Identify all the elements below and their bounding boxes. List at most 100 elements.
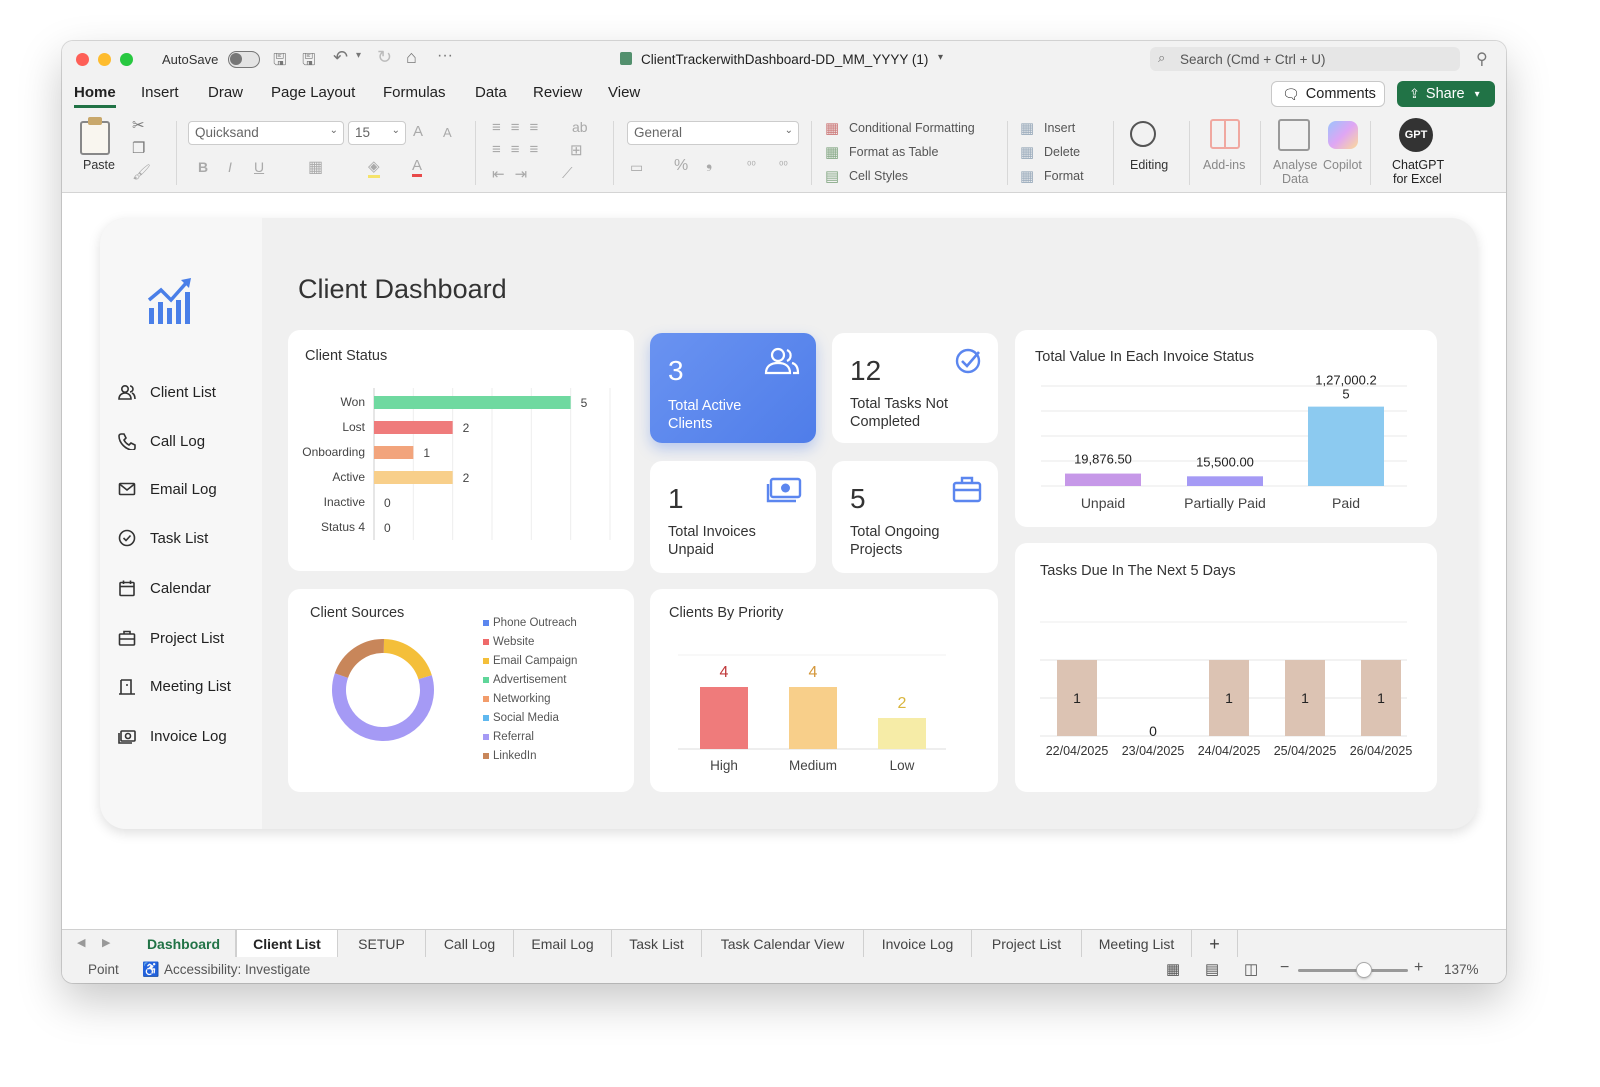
format-cells-button[interactable]: Format (1044, 169, 1084, 183)
redo-icon[interactable]: ↻ (377, 47, 392, 68)
number-format-select[interactable]: General ⌄ (627, 121, 799, 145)
autosave-toggle[interactable] (228, 51, 260, 68)
editing-label[interactable]: Editing (1130, 158, 1168, 172)
sheet-tab-task-list[interactable]: Task List (612, 930, 702, 958)
percent-icon[interactable]: % (674, 157, 688, 175)
addins-icon[interactable] (1210, 119, 1240, 149)
nav-invoice-log[interactable]: Invoice Log (118, 727, 227, 745)
copy-icon[interactable]: ❐ (132, 139, 145, 157)
wrap-text-icon[interactable]: ab (572, 119, 588, 135)
sheet-tab-call-log[interactable]: Call Log (426, 930, 514, 958)
page-break-view-icon[interactable]: ◫ (1244, 960, 1258, 978)
title-chevron-icon[interactable]: ▾ (938, 52, 943, 63)
font-name-select[interactable]: Quicksand ⌄ (188, 121, 344, 145)
nav-calendar[interactable]: Calendar (118, 579, 211, 597)
editing-search-icon[interactable] (1130, 121, 1156, 147)
font-size-select[interactable]: 15 ⌄ (348, 121, 406, 145)
indent-icons[interactable]: ⇤⇥ (492, 165, 537, 183)
document-title[interactable]: ClientTrackerwithDashboard-DD_MM_YYYY (1… (641, 52, 928, 67)
conditional-formatting-button[interactable]: Conditional Formatting (849, 121, 975, 135)
more-icon[interactable]: ··· (437, 47, 453, 65)
zoom-slider-track[interactable] (1298, 969, 1408, 972)
sheet-tab-email-log[interactable]: Email Log (514, 930, 612, 958)
sheet-tab-meeting-list[interactable]: Meeting List (1082, 930, 1192, 958)
nav-client-list[interactable]: Client List (118, 383, 216, 401)
sheet-tab-dashboard[interactable]: Dashboard (132, 930, 236, 958)
client-sources-legend-item: Social Media (483, 712, 559, 724)
account-icon[interactable]: ⚲ (1476, 49, 1488, 69)
cell-styles-button[interactable]: Cell Styles (849, 169, 908, 183)
align-left-icons[interactable]: ≡≡≡ (492, 141, 548, 158)
italic-icon[interactable]: I (228, 159, 232, 175)
undo-dropdown-icon[interactable]: ▾ (356, 50, 361, 61)
format-painter-icon[interactable]: 🖌 (132, 163, 151, 181)
cut-icon[interactable]: ✂ (132, 116, 145, 134)
undo-icon[interactable]: ↶ (333, 47, 348, 68)
zoom-window-button[interactable] (120, 53, 133, 66)
legend-label: Phone Outreach (493, 617, 577, 629)
home-icon[interactable]: ⌂ (406, 47, 417, 68)
decrease-font-icon[interactable]: A (443, 125, 452, 140)
orientation-icon[interactable]: ⟋ (562, 165, 573, 182)
nav-project-list[interactable]: Project List (118, 629, 224, 647)
nav-task-list[interactable]: Task List (118, 529, 208, 547)
zoom-level[interactable]: 137% (1444, 962, 1479, 977)
delete-cells-button[interactable]: Delete (1044, 145, 1080, 159)
sheet-tab-invoice-log[interactable]: Invoice Log (864, 930, 972, 958)
ribbon-tab-review[interactable]: Review (533, 84, 582, 101)
underline-icon[interactable]: U (254, 159, 264, 175)
paste-label[interactable]: Paste (83, 158, 115, 172)
bold-icon[interactable]: B (198, 159, 208, 175)
search-box[interactable]: ⌕ Search (Cmd + Ctrl + U) (1150, 47, 1460, 71)
analyse-data-icon[interactable] (1278, 119, 1310, 151)
scroll-tabs-right-icon[interactable]: ▶ (102, 936, 110, 949)
chatgpt-label[interactable]: ChatGPT (1392, 158, 1444, 172)
copilot-label[interactable]: Copilot (1323, 158, 1362, 172)
analyse-data-label[interactable]: Analyse (1273, 158, 1317, 172)
ribbon-tab-draw[interactable]: Draw (208, 84, 243, 101)
zoom-out-icon[interactable]: − (1280, 959, 1289, 977)
nav-meeting-list[interactable]: Meeting List (118, 677, 231, 695)
align-top-icons[interactable]: ≡≡≡ (492, 119, 548, 136)
merge-icon[interactable]: ⊞ (570, 141, 583, 159)
ribbon-tab-insert[interactable]: Insert (141, 84, 179, 101)
chatgpt-icon[interactable]: GPT (1399, 118, 1433, 152)
nav-email-log[interactable]: Email Log (118, 480, 217, 498)
zoom-in-icon[interactable]: + (1414, 959, 1423, 977)
comma-style-icon[interactable]: ❟ (706, 155, 712, 173)
accessibility-status[interactable]: Accessibility: Investigate (164, 962, 310, 977)
normal-view-icon[interactable]: ▦ (1166, 960, 1180, 978)
save-icon[interactable]: 🖫 (273, 49, 287, 76)
sheet-tab-task-calendar-view[interactable]: Task Calendar View (702, 930, 864, 958)
add-sheet-button[interactable]: + (1192, 930, 1238, 958)
sheet-tab-client-list[interactable]: Client List (236, 930, 338, 958)
sheet-tab-setup[interactable]: SETUP (338, 930, 426, 958)
copilot-icon[interactable] (1328, 121, 1358, 149)
decrease-decimal-icon[interactable]: ⁰⁰ (779, 159, 788, 172)
minimize-window-button[interactable] (98, 53, 111, 66)
zoom-slider-thumb[interactable] (1356, 962, 1372, 978)
ribbon-tab-data[interactable]: Data (475, 84, 507, 101)
share-button[interactable]: ⇪ Share ▾ (1397, 81, 1495, 107)
comments-button[interactable]: 🗨 Comments (1271, 81, 1385, 107)
scroll-tabs-left-icon[interactable]: ◀ (77, 936, 85, 949)
format-as-table-button[interactable]: Format as Table (849, 145, 938, 159)
close-window-button[interactable] (76, 53, 89, 66)
save-as-icon[interactable]: 🖫 (302, 49, 316, 76)
accounting-format-icon[interactable]: ▭ (630, 159, 643, 176)
nav-call-log[interactable]: Call Log (118, 432, 205, 450)
paste-icon[interactable] (80, 117, 110, 155)
ribbon-tab-page-layout[interactable]: Page Layout (271, 84, 355, 101)
ribbon-tab-home[interactable]: Home (74, 84, 116, 101)
page-layout-view-icon[interactable]: ▤ (1205, 960, 1219, 978)
insert-cells-button[interactable]: Insert (1044, 121, 1075, 135)
fill-color-icon[interactable]: ◈ (368, 157, 380, 178)
increase-decimal-icon[interactable]: ⁰⁰ (747, 159, 756, 172)
borders-icon[interactable]: ▦ (308, 157, 323, 177)
ribbon-tab-formulas[interactable]: Formulas (383, 84, 446, 101)
addins-label[interactable]: Add-ins (1203, 158, 1245, 172)
ribbon-tab-view[interactable]: View (608, 84, 640, 101)
font-color-icon[interactable]: A (412, 157, 423, 177)
increase-font-icon[interactable]: A (413, 123, 423, 140)
sheet-tab-project-list[interactable]: Project List (972, 930, 1082, 958)
